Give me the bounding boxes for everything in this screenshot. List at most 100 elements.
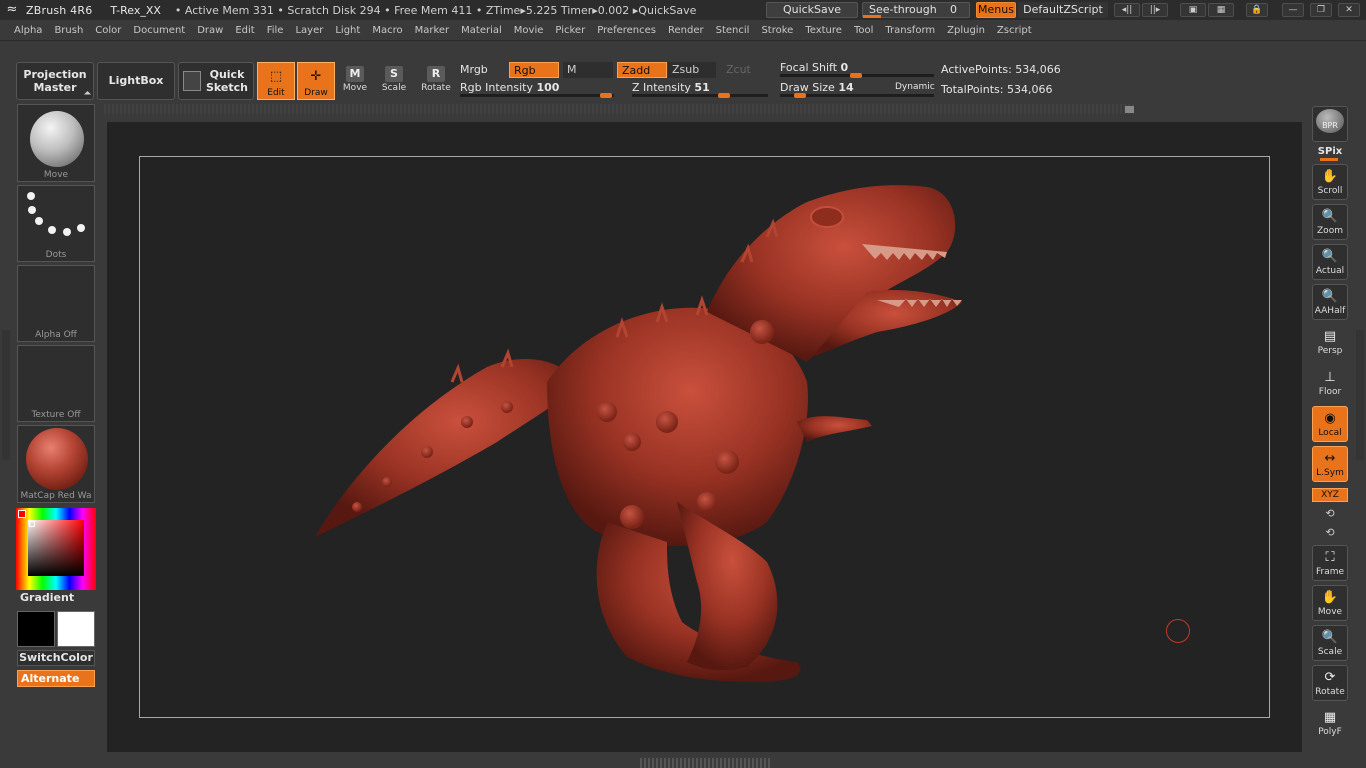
see-through-slider[interactable]: See-through 0 [862, 2, 970, 18]
menu-draw[interactable]: Draw [197, 25, 223, 36]
menu-layer[interactable]: Layer [295, 25, 323, 36]
draw-size-knob[interactable] [794, 93, 806, 98]
aahalf-button[interactable]: 🔍 AAHalf [1312, 284, 1348, 320]
menu-zscript[interactable]: Zscript [997, 25, 1032, 36]
texture-slot[interactable]: Texture Off [17, 345, 95, 422]
secondary-color-swatch[interactable] [57, 611, 95, 647]
saturation-cursor[interactable] [29, 521, 35, 527]
rotate-view-button[interactable]: ⟳ Rotate [1312, 665, 1348, 701]
menu-stroke[interactable]: Stroke [761, 25, 793, 36]
z-intensity-knob[interactable] [718, 93, 730, 98]
color-picker-square[interactable] [28, 520, 84, 576]
hue-cursor[interactable] [18, 510, 26, 518]
layout-alt-icon[interactable]: ▦ [1208, 3, 1234, 17]
alpha-slot[interactable]: Alpha Off [17, 265, 95, 342]
rgb-intensity-knob[interactable] [600, 93, 612, 98]
actual-button[interactable]: 🔍 Actual [1312, 244, 1348, 280]
menu-transform[interactable]: Transform [885, 25, 935, 36]
menu-preferences[interactable]: Preferences [597, 25, 656, 36]
m-button[interactable]: M [563, 62, 613, 78]
alternate-button[interactable]: Alternate [17, 670, 95, 687]
mrgb-button[interactable]: Mrgb [460, 63, 488, 76]
quick-sketch-button[interactable]: Quick Sketch [178, 62, 254, 100]
frame-button[interactable]: ⛶ Frame [1312, 545, 1348, 581]
menu-file[interactable]: File [267, 25, 284, 36]
lock-icon[interactable]: 🔒 [1246, 3, 1268, 17]
bottom-tray-handle[interactable] [640, 758, 770, 768]
stroke-slot[interactable]: Dots [17, 185, 95, 262]
menu-texture[interactable]: Texture [805, 25, 842, 36]
focal-shift-knob[interactable] [850, 73, 862, 78]
lsym-button[interactable]: ↔ L.Sym [1312, 446, 1348, 482]
scroll-button[interactable]: ✋ Scroll [1312, 164, 1348, 200]
menu-color[interactable]: Color [95, 25, 121, 36]
material-slot[interactable]: MatCap Red Wa [17, 425, 95, 503]
switch-color-button[interactable]: SwitchColor [17, 650, 95, 666]
menu-alpha[interactable]: Alpha [14, 25, 42, 36]
zcut-button[interactable]: Zcut [726, 63, 751, 76]
move-view-button[interactable]: ✋ Move [1312, 585, 1348, 621]
color-picker[interactable] [16, 508, 96, 590]
menu-edit[interactable]: Edit [235, 25, 254, 36]
right-tray-handle[interactable] [1356, 330, 1364, 460]
brush-slot[interactable]: Move [17, 104, 95, 182]
menu-light[interactable]: Light [335, 25, 360, 36]
menu-document[interactable]: Document [133, 25, 185, 36]
main-color-swatch[interactable] [17, 611, 55, 647]
polyf-button[interactable]: ▦ PolyF [1312, 705, 1348, 741]
draw-mode-button[interactable]: ✛ Draw [297, 62, 335, 100]
canvas-top-scroll-knob[interactable] [1125, 106, 1134, 113]
focal-shift-track[interactable] [780, 73, 934, 78]
minimize-icon[interactable]: — [1282, 3, 1304, 17]
spix-slider[interactable]: SPix [1312, 146, 1348, 157]
zadd-button[interactable]: Zadd [617, 62, 667, 78]
menu-render[interactable]: Render [668, 25, 704, 36]
draw-size-track[interactable] [780, 93, 934, 98]
spix-knob[interactable] [1320, 158, 1338, 161]
menu-marker[interactable]: Marker [415, 25, 450, 36]
menu-material[interactable]: Material [461, 25, 502, 36]
canvas-top-scroll[interactable] [104, 104, 1134, 114]
floor-button[interactable]: ⊥ Floor [1312, 365, 1348, 401]
expand-ui-icon[interactable]: ||▸ [1142, 3, 1168, 17]
projection-master-button[interactable]: Projection Master [16, 62, 94, 100]
zoom-button[interactable]: 🔍 Zoom [1312, 204, 1348, 240]
rotate-y-icon[interactable]: ⟲ [1322, 507, 1338, 521]
rgb-button[interactable]: Rgb [509, 62, 559, 78]
edit-mode-button[interactable]: ⬚ Edit [257, 62, 295, 100]
layout-icon[interactable]: ▣ [1180, 3, 1206, 17]
gradient-label[interactable]: Gradient [20, 591, 74, 604]
close-icon[interactable]: ✕ [1338, 3, 1360, 17]
z-intensity-slider[interactable]: Z Intensity 51 [632, 81, 710, 94]
menu-movie[interactable]: Movie [514, 25, 544, 36]
see-through-knob[interactable] [863, 15, 881, 18]
lightbox-button[interactable]: LightBox [97, 62, 175, 100]
maximize-icon[interactable]: ❐ [1310, 3, 1332, 17]
menu-tool[interactable]: Tool [854, 25, 873, 36]
rgb-intensity-track[interactable] [460, 93, 614, 98]
menu-zplugin[interactable]: Zplugin [947, 25, 985, 36]
focal-shift-slider[interactable]: Focal Shift 0 [780, 61, 848, 74]
quicksave-button[interactable]: QuickSave [766, 2, 858, 18]
zsub-button[interactable]: Zsub [668, 62, 716, 78]
menu-brush[interactable]: Brush [54, 25, 83, 36]
bpr-button[interactable]: BPR [1312, 106, 1348, 142]
menu-picker[interactable]: Picker [555, 25, 585, 36]
rotate-z-icon[interactable]: ⟲ [1322, 526, 1338, 540]
shrink-ui-icon[interactable]: ◂|| [1114, 3, 1140, 17]
menu-macro[interactable]: Macro [372, 25, 402, 36]
default-zscript-button[interactable]: DefaultZScript [1018, 2, 1108, 18]
menu-stencil[interactable]: Stencil [716, 25, 750, 36]
menus-toggle-button[interactable]: Menus [976, 2, 1016, 18]
rgb-intensity-slider[interactable]: Rgb Intensity 100 [460, 81, 559, 94]
z-intensity-track[interactable] [632, 93, 768, 98]
rotate-mode-button[interactable]: R Rotate [417, 62, 455, 100]
local-button[interactable]: ◉ Local [1312, 406, 1348, 442]
left-tray-handle[interactable] [2, 330, 10, 460]
draw-size-slider[interactable]: Draw Size 14 [780, 81, 854, 94]
scale-view-button[interactable]: 🔍 Scale [1312, 625, 1348, 661]
persp-button[interactable]: ▤ Persp [1312, 324, 1348, 360]
move-mode-button[interactable]: M Move [336, 62, 374, 100]
dynamic-toggle[interactable]: Dynamic [895, 82, 935, 92]
scale-mode-button[interactable]: S Scale [375, 62, 413, 100]
